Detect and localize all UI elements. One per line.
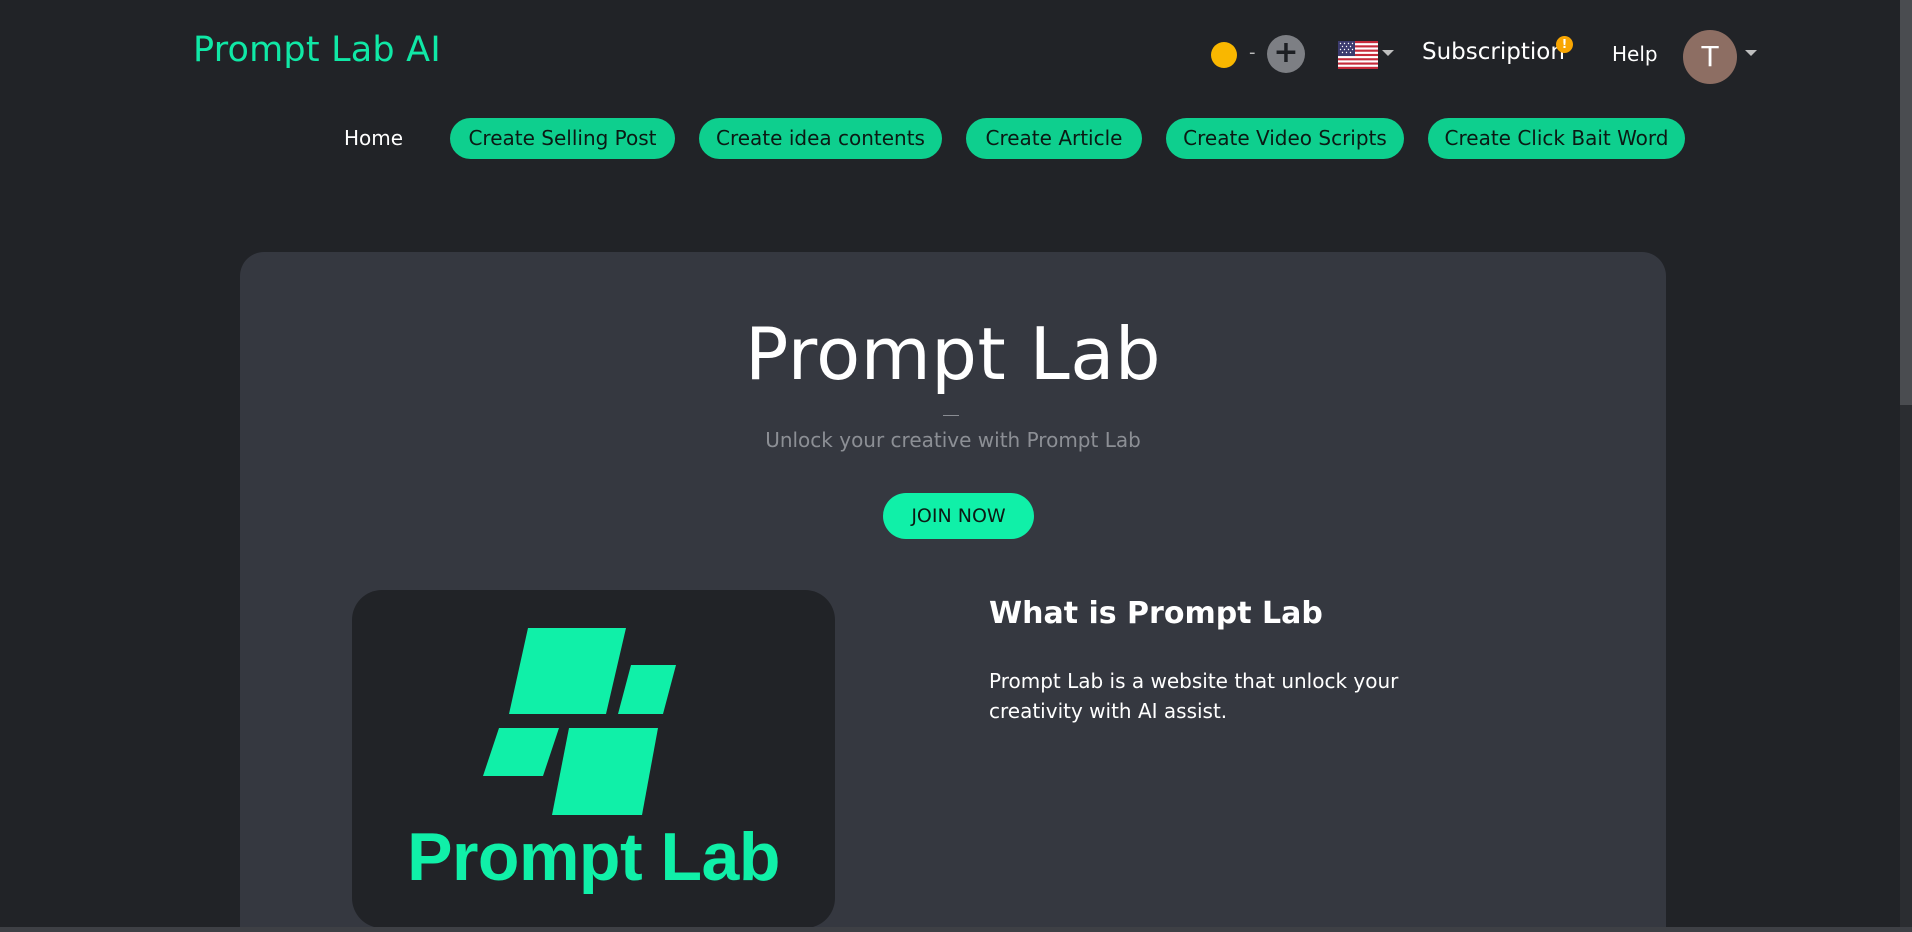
scrollbar-thumb[interactable] (1900, 0, 1912, 405)
logo-card: Prompt Lab (352, 590, 835, 928)
nav-create-click-bait-word[interactable]: Create Click Bait Word (1428, 118, 1685, 159)
hero-subtitle: Unlock your creative with Prompt Lab (765, 428, 1141, 452)
chevron-down-icon[interactable] (1745, 50, 1757, 56)
warning-badge-icon: ! (1556, 36, 1573, 53)
coin-count: - (1249, 42, 1256, 63)
hero-card: Prompt Lab Unlock your creative with Pro… (240, 252, 1666, 932)
coin-icon (1211, 42, 1237, 68)
nav-create-selling-post[interactable]: Create Selling Post (450, 118, 675, 159)
language-selector[interactable] (1338, 41, 1396, 71)
help-link[interactable]: Help (1612, 42, 1658, 66)
about-description: Prompt Lab is a website that unlock your… (989, 669, 1399, 723)
brand-logo-link[interactable]: Prompt Lab AI (193, 30, 441, 70)
title-divider (943, 415, 959, 416)
nav-create-article[interactable]: Create Article (966, 118, 1142, 159)
logo-wordmark: Prompt Lab (407, 819, 780, 895)
window-bottom-edge (0, 927, 1912, 932)
us-flag-icon (1338, 41, 1378, 69)
nav-create-video-scripts[interactable]: Create Video Scripts (1166, 118, 1404, 159)
nav-home-link[interactable]: Home (344, 126, 403, 150)
add-credits-button[interactable]: + (1267, 35, 1305, 73)
join-now-button[interactable]: JOIN NOW (883, 493, 1034, 539)
about-heading: What is Prompt Lab (989, 596, 1323, 631)
hero-title: Prompt Lab (744, 312, 1162, 396)
subscription-link[interactable]: Subscription (1422, 39, 1565, 65)
avatar[interactable]: T (1683, 30, 1737, 84)
chevron-down-icon (1382, 50, 1394, 56)
scrollbar-track[interactable] (1900, 0, 1912, 932)
nav-create-idea-contents[interactable]: Create idea contents (699, 118, 942, 159)
